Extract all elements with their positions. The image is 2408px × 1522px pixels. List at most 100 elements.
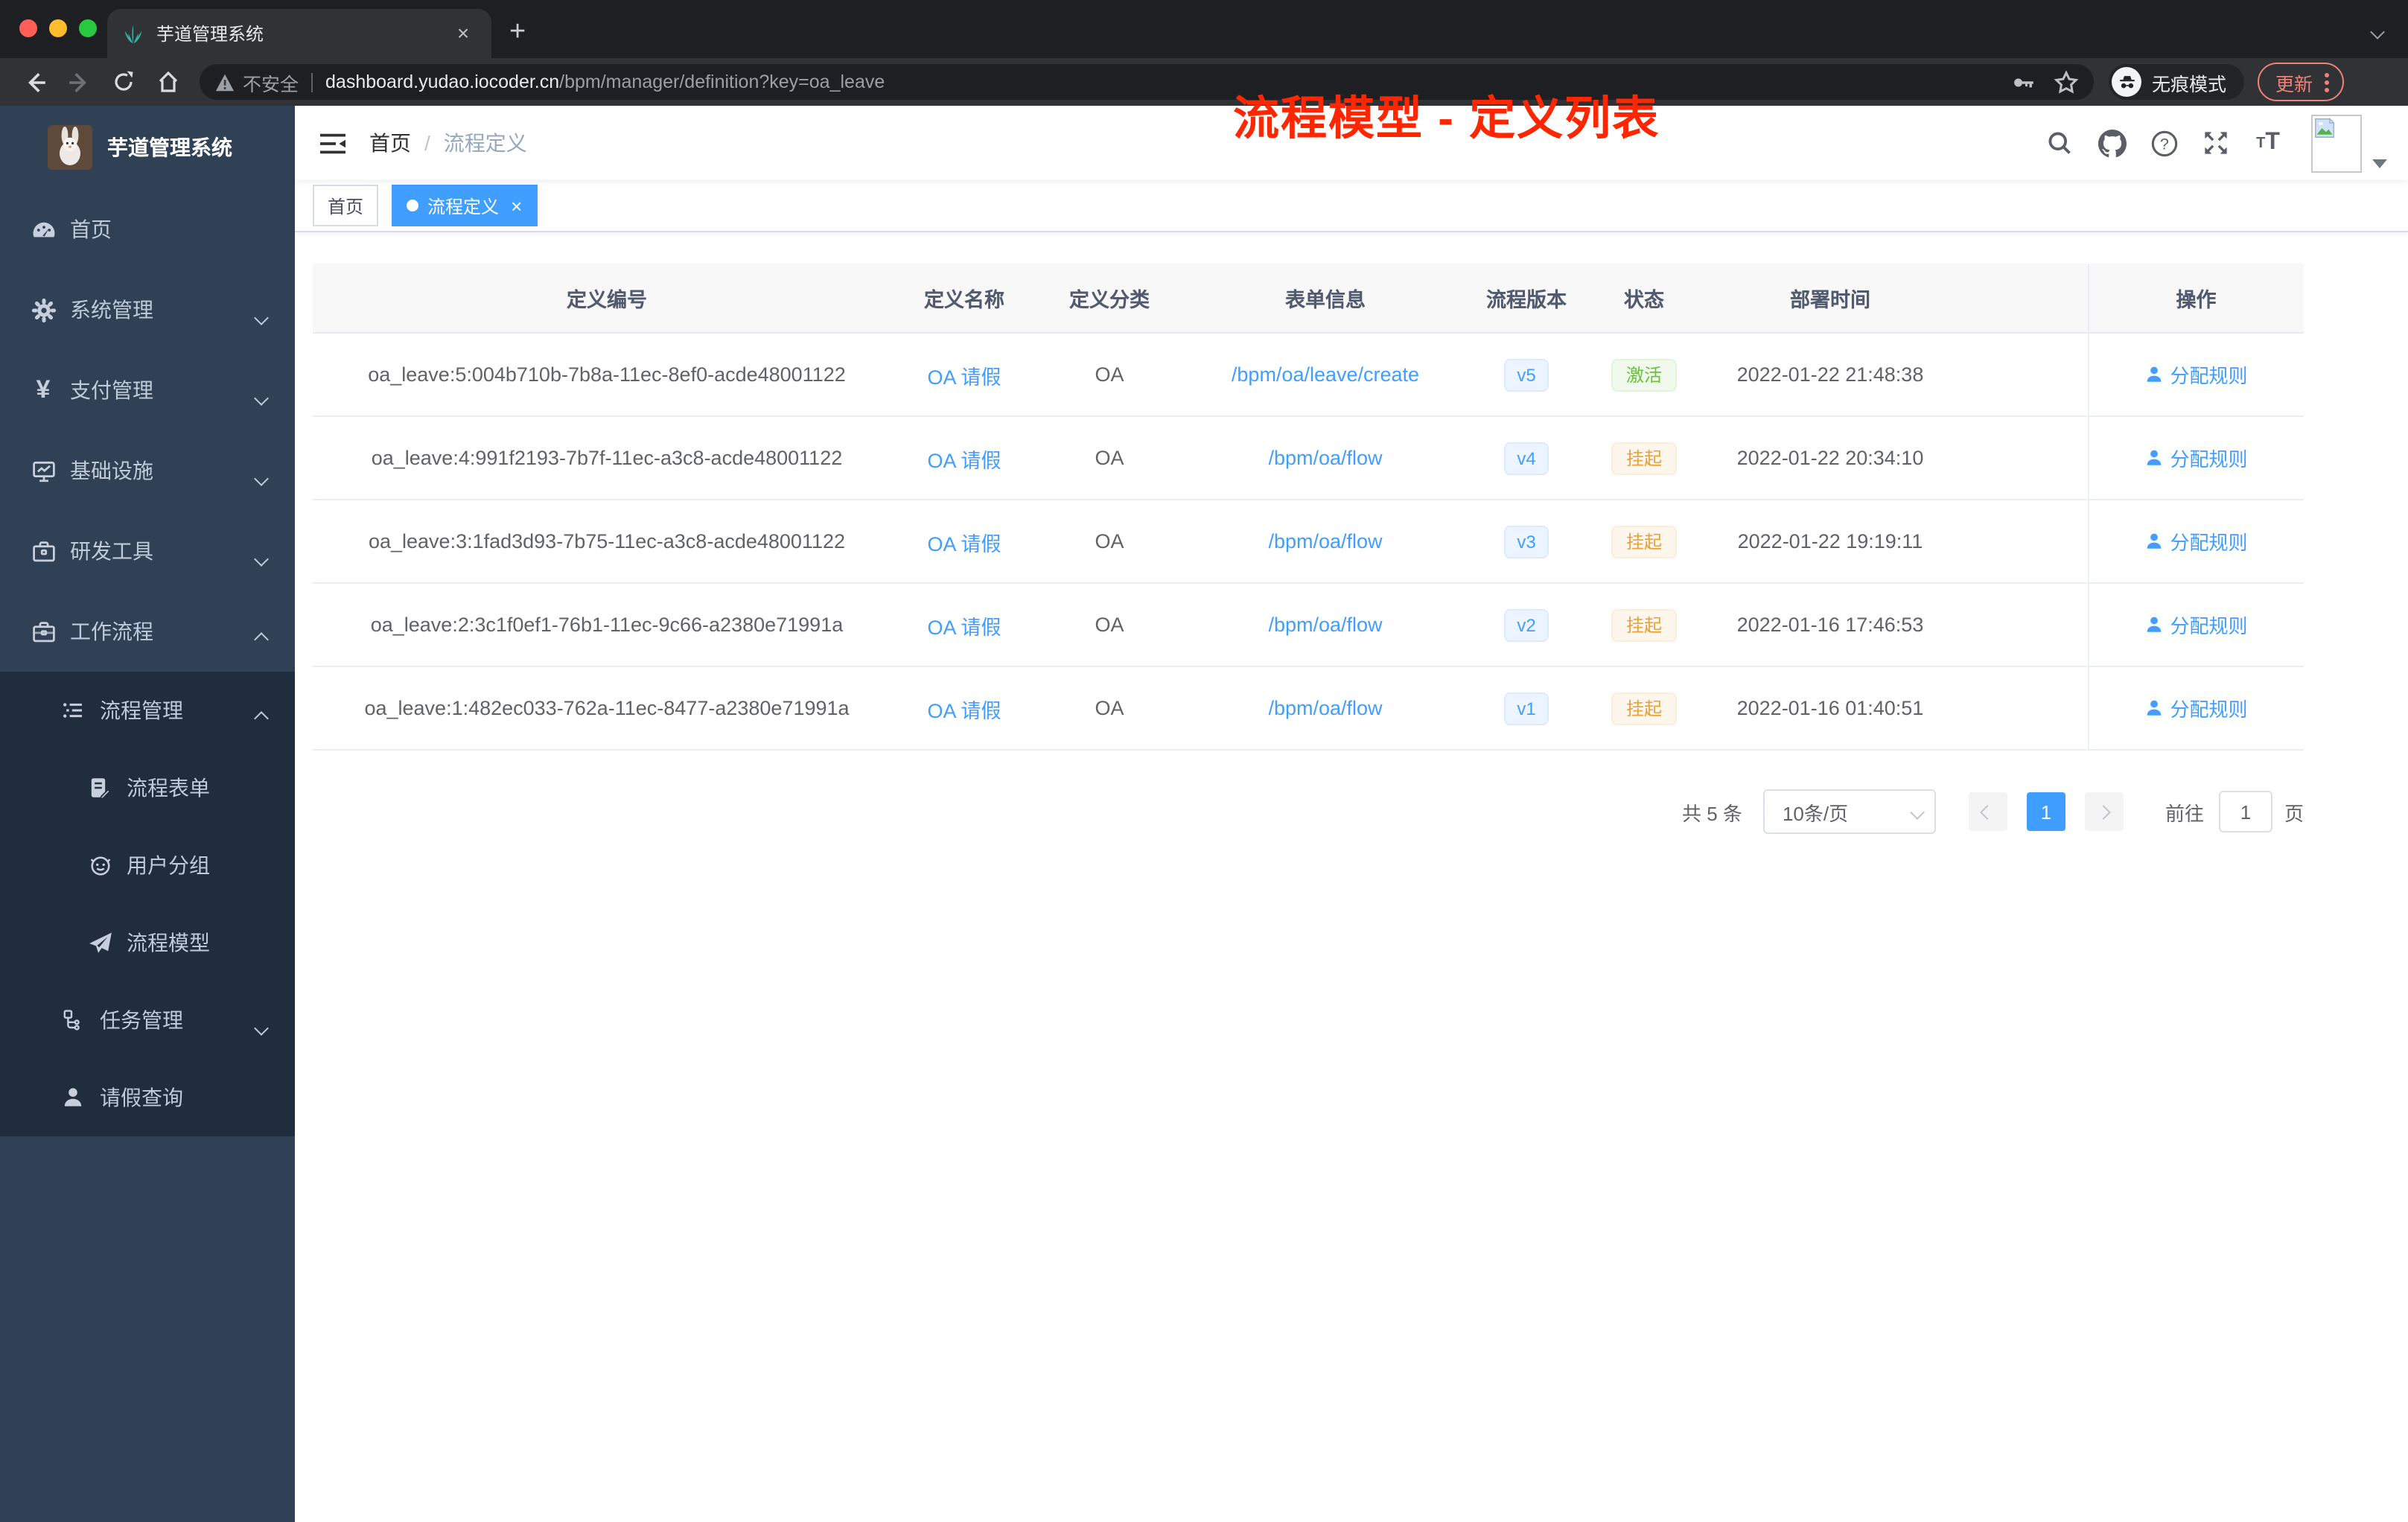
form-link[interactable]: /bpm/oa/flow [1268, 530, 1382, 553]
chevron-down-icon [254, 304, 269, 328]
version-badge[interactable]: v1 [1503, 692, 1549, 725]
form-link[interactable]: /bpm/oa/leave/create [1232, 363, 1419, 386]
form-link[interactable]: /bpm/oa/flow [1268, 447, 1382, 469]
status-badge: 挂起 [1611, 525, 1677, 558]
tag-home[interactable]: 首页 [313, 185, 379, 226]
definition-name-link[interactable]: OA 请假 [927, 366, 1001, 388]
definition-name-link[interactable]: OA 请假 [927, 699, 1001, 722]
sidebar-item-system[interactable]: 系统管理 [0, 270, 295, 350]
sidebar-item-workflow[interactable]: 工作流程 [0, 591, 295, 672]
sidebar-item-process-management[interactable]: 流程管理 [0, 672, 295, 749]
back-icon[interactable] [15, 63, 54, 101]
tab-search-chevron-icon[interactable] [2370, 18, 2385, 45]
omnibox-divider [310, 72, 313, 92]
tree-icon [60, 1007, 86, 1034]
browser-tab[interactable]: 芋道管理系统 × [107, 9, 491, 58]
reload-icon[interactable] [104, 63, 143, 101]
table-header-row: 定义编号 定义名称 定义分类 表单信息 流程版本 状态 部署时间 操作 [313, 264, 2304, 334]
sidebar-item-infrastructure[interactable]: 基础设施 [0, 430, 295, 511]
col-status: 状态 [1593, 264, 1695, 334]
github-icon[interactable] [2097, 128, 2127, 158]
list-icon [60, 697, 86, 724]
sidebar-item-process-model[interactable]: 流程模型 [0, 904, 295, 981]
assign-rule-link[interactable]: 分配规则 [2144, 694, 2248, 722]
definition-name-link[interactable]: OA 请假 [927, 449, 1001, 471]
page-size-select[interactable]: 10条/页 [1762, 789, 1936, 834]
browser-update-button[interactable]: 更新 [2258, 63, 2345, 101]
home-icon[interactable] [149, 63, 188, 101]
table-row: oa_leave:2:3c1f0ef1-76b1-11ec-9c66-a2380… [313, 583, 2304, 667]
sidebar-item-process-form[interactable]: 流程表单 [0, 749, 295, 827]
goto-page-input[interactable]: 1 [2218, 791, 2272, 832]
breadcrumb-current: 流程定义 [443, 131, 527, 155]
sidebar-item-dev-tools[interactable]: 研发工具 [0, 511, 295, 591]
prev-page-button[interactable] [1968, 792, 2007, 831]
annotation-title: 流程模型 - 定义列表 [1233, 92, 1660, 144]
sidebar-collapse-icon[interactable] [316, 127, 348, 159]
version-badge[interactable]: v2 [1503, 608, 1549, 641]
user-avatar-menu[interactable] [2311, 114, 2387, 172]
next-page-button[interactable] [2084, 792, 2124, 831]
avatar-broken-image [2311, 114, 2362, 172]
dashboard-icon [30, 216, 57, 243]
favicon-plant-icon [122, 22, 144, 45]
deploy-time: 2022-01-22 19:19:11 [1695, 500, 1966, 584]
definition-id: oa_leave:1:482ec033-762a-11ec-8477-a2380… [313, 666, 901, 751]
window-maximize-button[interactable] [79, 19, 97, 37]
chevron-right-icon [2097, 804, 2112, 819]
help-icon[interactable]: ? [2149, 128, 2179, 158]
sidebar-item-user-group[interactable]: 用户分组 [0, 827, 295, 904]
address-bar[interactable]: 不安全 dashboard.yudao.iocoder.cn/bpm/manag… [200, 64, 2094, 100]
assign-rule-link[interactable]: 分配规则 [2144, 611, 2248, 639]
form-link[interactable]: /bpm/oa/flow [1268, 697, 1382, 719]
password-key-icon[interactable] [2010, 69, 2036, 95]
definition-name-link[interactable]: OA 请假 [927, 532, 1001, 555]
sidebar-item-task-management[interactable]: 任务管理 [0, 981, 295, 1059]
briefcase-icon [30, 618, 57, 645]
active-tag-dot [407, 200, 419, 211]
search-icon[interactable] [2045, 128, 2074, 158]
version-badge[interactable]: v4 [1503, 442, 1549, 474]
assign-rule-link[interactable]: 分配规则 [2144, 527, 2248, 555]
version-badge[interactable]: v5 [1503, 358, 1549, 391]
font-size-icon[interactable]: TT [2253, 128, 2283, 158]
form-link[interactable]: /bpm/oa/flow [1268, 614, 1382, 636]
deploy-time: 2022-01-22 21:48:38 [1695, 333, 1966, 417]
tag-close-icon[interactable]: × [511, 196, 522, 215]
new-tab-button[interactable]: + [509, 16, 526, 49]
version-badge[interactable]: v3 [1503, 525, 1549, 558]
tag-process-definition[interactable]: 流程定义 × [392, 185, 538, 226]
screen: 芋道管理系统 × + 不安全 dashboard.yudao.iocoder.c… [0, 0, 2408, 1522]
sidebar-item-leave-query[interactable]: 请假查询 [0, 1059, 295, 1136]
breadcrumb-home[interactable]: 首页 [369, 128, 411, 158]
fullscreen-icon[interactable] [2201, 128, 2231, 158]
toolbox-icon [30, 538, 57, 564]
sidebar-item-payment[interactable]: ¥ 支付管理 [0, 350, 295, 430]
breadcrumb: 首页 / 流程定义 [369, 128, 527, 158]
monitor-icon [30, 457, 57, 484]
window-close-button[interactable] [19, 19, 37, 37]
user-icon [2147, 366, 2162, 382]
definition-category: OA [1028, 416, 1191, 500]
table-row: oa_leave:5:004b710b-7b8a-11ec-8ef0-acde4… [313, 333, 2304, 417]
browser-menu-icon[interactable] [2325, 72, 2330, 92]
workflow-submenu: 流程管理 流程表单 用户分组 流程模型 任务管理 请假查询 [0, 672, 295, 1136]
forward-icon[interactable] [60, 63, 98, 101]
tab-close-icon[interactable]: × [450, 20, 477, 47]
sidebar-logo-row[interactable]: 芋道管理系统 [0, 106, 295, 189]
assign-rule-link[interactable]: 分配规则 [2144, 444, 2248, 472]
definition-name-link[interactable]: OA 请假 [927, 616, 1001, 638]
window-minimize-button[interactable] [49, 19, 67, 37]
breadcrumb-separator: / [424, 131, 430, 155]
page-number-active[interactable]: 1 [2026, 792, 2065, 831]
user-icon [60, 1084, 86, 1111]
col-form-info: 表单信息 [1191, 264, 1459, 334]
bookmark-star-icon[interactable] [2054, 69, 2079, 95]
definition-category: OA [1028, 333, 1191, 417]
browser-tab-strip: 芋道管理系统 × + [0, 0, 2408, 58]
assign-rule-link[interactable]: 分配规则 [2144, 360, 2248, 389]
definition-category: OA [1028, 500, 1191, 584]
sidebar-item-home[interactable]: 首页 [0, 189, 295, 270]
status-badge: 挂起 [1611, 692, 1677, 725]
incognito-label: 无痕模式 [2152, 74, 2227, 95]
